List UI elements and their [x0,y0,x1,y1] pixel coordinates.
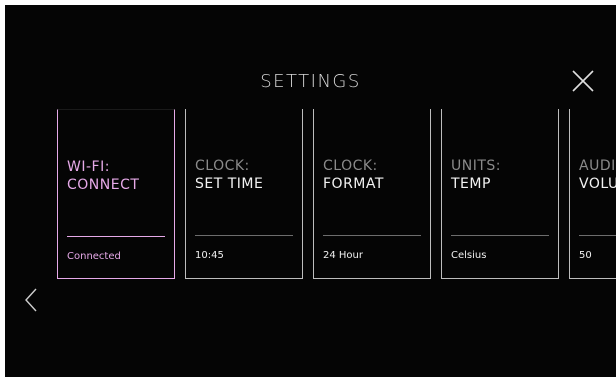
setting-card-status: 24 Hour [323,250,363,261]
setting-card-wifi[interactable]: WI-FI: CONNECT Connected [57,109,175,279]
setting-card-status: 10:45 [195,250,224,261]
setting-card-divider [451,235,549,236]
setting-card-divider [67,236,165,237]
setting-card-divider [195,235,293,236]
setting-card-units-temp[interactable]: UNITS: TEMP Celsius [441,109,559,279]
setting-card-label: CLOCK: [195,158,250,174]
setting-card-value: FORMAT [323,176,384,192]
previous-button[interactable] [24,288,38,312]
setting-card-label: WI-FI: [67,159,110,175]
setting-card-value: TEMP [451,176,491,192]
setting-card-divider [579,235,616,236]
setting-card-status: Connected [67,251,121,262]
setting-card-value: CONNECT [67,177,140,193]
settings-screen: SETTINGS WI-FI: CONNECT Connected CLOCK:… [5,5,616,377]
setting-card-value: VOLUME [579,176,616,192]
chevron-left-icon [25,288,37,312]
settings-carousel: WI-FI: CONNECT Connected CLOCK: SET TIME… [5,5,616,377]
setting-card-status: 50 [579,250,592,261]
setting-card-status: Celsius [451,250,487,261]
setting-card-label: CLOCK: [323,158,378,174]
setting-card-audio-volume[interactable]: AUDIO: VOLUME 50 [569,109,616,279]
setting-card-divider [323,235,421,236]
setting-card-clock-time[interactable]: CLOCK: SET TIME 10:45 [185,109,303,279]
setting-card-label: UNITS: [451,158,502,174]
setting-card-label: AUDIO: [579,158,616,174]
setting-card-value: SET TIME [195,176,264,192]
setting-card-clock-format[interactable]: CLOCK: FORMAT 24 Hour [313,109,431,279]
